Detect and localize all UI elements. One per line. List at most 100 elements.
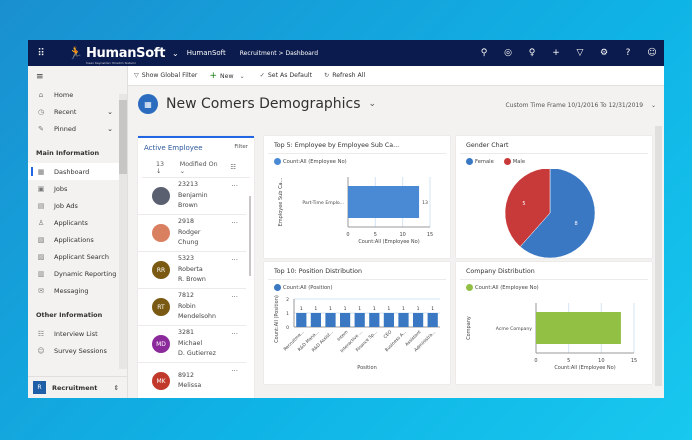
- list-item[interactable]: MK 8912 Melissa ···: [138, 363, 246, 398]
- chevron-down-icon[interactable]: ⌄: [107, 125, 113, 133]
- target-icon[interactable]: ◎: [496, 48, 520, 58]
- chart-svg: 0121Recruitme...1R&D Mana...1R&D Assist.…: [274, 295, 440, 371]
- sidebar-item-applicants[interactable]: ♙ Applicants: [28, 214, 127, 231]
- bar[interactable]: [339, 313, 351, 327]
- employee-first-name: Robin: [178, 302, 196, 310]
- sidebar-item-icon: ▣: [37, 184, 45, 193]
- lightbulb-icon[interactable]: ♀: [520, 48, 544, 58]
- sidebar-item-interview-list[interactable]: ☷ Interview List: [28, 325, 127, 342]
- chevron-down-icon[interactable]: ⌄: [369, 99, 377, 109]
- sidebar-item-pinned[interactable]: ✎ Pinned ⌄: [28, 120, 127, 137]
- bar[interactable]: [412, 313, 424, 327]
- chart-card-sub-category: Top 5: Employee by Employee Sub Ca... Cou…: [264, 136, 450, 258]
- show-global-filter-button[interactable]: ▽ Show Global Filter: [134, 72, 197, 79]
- avatar: RT: [152, 298, 170, 316]
- search-icon[interactable]: ⚲: [472, 48, 496, 58]
- chevron-down-icon[interactable]: ⌄: [172, 49, 179, 58]
- data-label: 1: [329, 306, 332, 312]
- more-options-icon[interactable]: ···: [231, 367, 238, 375]
- bar[interactable]: [354, 313, 365, 327]
- plus-icon[interactable]: +: [544, 48, 568, 58]
- bar[interactable]: [427, 313, 438, 327]
- more-options-icon[interactable]: ···: [231, 256, 238, 264]
- chevron-down-icon[interactable]: ⌄: [107, 108, 113, 116]
- bar[interactable]: [369, 313, 380, 327]
- chart-legend: Female Male: [456, 154, 652, 169]
- bar[interactable]: [296, 313, 307, 327]
- sort-field-dropdown[interactable]: Modified On ⌄: [180, 161, 221, 175]
- view-toggle-icon[interactable]: ☷: [230, 164, 236, 171]
- sidebar-item-icon: ◷: [37, 107, 45, 116]
- bar[interactable]: [310, 313, 322, 327]
- employee-id: 2918: [178, 218, 195, 226]
- employee-id: 5323: [178, 255, 195, 263]
- list-item[interactable]: RR 5323 Roberta R. Brown ···: [138, 252, 246, 289]
- bar[interactable]: [536, 312, 621, 344]
- data-label: 1: [373, 306, 376, 312]
- menu-icon[interactable]: ≡: [28, 66, 127, 86]
- more-options-icon[interactable]: ···: [231, 330, 238, 338]
- time-frame-selector[interactable]: Custom Time Frame 10/1/2016 To 12/31/201…: [505, 102, 656, 109]
- x-axis-label: Count:All (Employee No): [554, 365, 615, 371]
- app-launcher-icon[interactable]: ⠿: [28, 48, 54, 59]
- main-scrollbar[interactable]: [655, 126, 662, 386]
- sidebar-item-icon: ☷: [37, 329, 45, 338]
- refresh-all-button[interactable]: ↻ Refresh All: [324, 72, 365, 79]
- sidebar-item-label: Applicant Search: [54, 252, 109, 261]
- list-item[interactable]: 23213 Benjamin Brown ···: [138, 178, 246, 215]
- chart-title: Top 10: Position Distribution: [268, 262, 446, 280]
- list-item[interactable]: 2918 Rodger Chung ···: [138, 215, 246, 252]
- more-options-icon[interactable]: ···: [231, 219, 238, 227]
- employee-first-name: Rodger: [178, 228, 201, 236]
- more-options-icon[interactable]: ···: [231, 182, 238, 190]
- sidebar-item-recent[interactable]: ◷ Recent ⌄: [28, 103, 127, 120]
- sidebar-item-job-ads[interactable]: ▤ Job Ads: [28, 197, 127, 214]
- new-button[interactable]: + New ⌄: [209, 71, 247, 81]
- filter-button[interactable]: Filter: [234, 144, 248, 152]
- bar[interactable]: [348, 186, 420, 218]
- sidebar-item-jobs[interactable]: ▣ Jobs: [28, 180, 127, 197]
- sidebar-item-icon: ▧: [37, 235, 45, 244]
- sidebar-scrollbar[interactable]: [119, 94, 127, 369]
- list-scrollbar[interactable]: [249, 196, 251, 276]
- sidebar-item-applicant-search[interactable]: ▨ Applicant Search: [28, 248, 127, 265]
- user-icon[interactable]: ☺: [640, 48, 664, 58]
- employee-id: 7812: [178, 292, 195, 300]
- other-information-header: Other Information: [36, 311, 103, 319]
- bar[interactable]: [383, 313, 395, 327]
- list-item[interactable]: RT 7812 Robin Mendelsohn ···: [138, 289, 246, 326]
- list-item[interactable]: MD 3281 Michael D. Gutierrez ···: [138, 326, 246, 363]
- help-icon[interactable]: ?: [616, 48, 640, 58]
- more-options-icon[interactable]: ···: [231, 293, 238, 301]
- sidebar-item-icon: ☺: [37, 346, 45, 355]
- sidebar-item-survey-sessions[interactable]: ☺ Survey Sessions: [28, 342, 127, 359]
- legend-item[interactable]: Male: [503, 158, 525, 165]
- chart-svg: 0 5 10 15 Acme Company Count:All (Employee No…: [466, 303, 637, 371]
- bar[interactable]: [398, 313, 409, 327]
- dashboard-icon: ▦: [138, 94, 158, 114]
- sidebar-item-applications[interactable]: ▧ Applications: [28, 231, 127, 248]
- app-name[interactable]: HumanSoft: [187, 49, 226, 57]
- tick-label: 15: [631, 358, 637, 364]
- chart-legend: Count:All (Position): [264, 280, 450, 295]
- set-as-default-button[interactable]: ✓ Set As Default: [260, 72, 312, 79]
- employee-id: 8912: [178, 371, 195, 379]
- data-label: 1: [358, 306, 361, 312]
- data-label: 5: [522, 201, 525, 207]
- legend-item[interactable]: Count:All (Position): [274, 284, 332, 291]
- legend-item[interactable]: Count:All (Employee No): [466, 284, 539, 291]
- legend-item[interactable]: Female: [466, 158, 494, 165]
- bar[interactable]: [325, 313, 336, 327]
- legend-item[interactable]: Count:All (Employee No): [274, 158, 347, 165]
- sidebar-item-label: Recent: [54, 107, 77, 116]
- employee-id: 23213: [178, 181, 199, 189]
- filter-icon[interactable]: ▽: [568, 48, 592, 58]
- settings-icon[interactable]: ⚙: [592, 48, 616, 58]
- sidebar-item-home[interactable]: ⌂ Home: [28, 86, 127, 103]
- sidebar: ≡ ⌂ Home ◷ Recent ⌄ ✎ Pinned ⌄ Main Information…: [28, 66, 128, 398]
- data-label: 1: [344, 306, 347, 312]
- sidebar-item-messaging[interactable]: ✉ Messaging: [28, 282, 127, 299]
- sidebar-item-dynamic-reporting[interactable]: ▥ Dynamic Reporting: [28, 265, 127, 282]
- area-switcher[interactable]: R Recruitment ⇕: [28, 376, 127, 398]
- sidebar-item-dashboard[interactable]: ▦ Dashboard: [28, 163, 127, 180]
